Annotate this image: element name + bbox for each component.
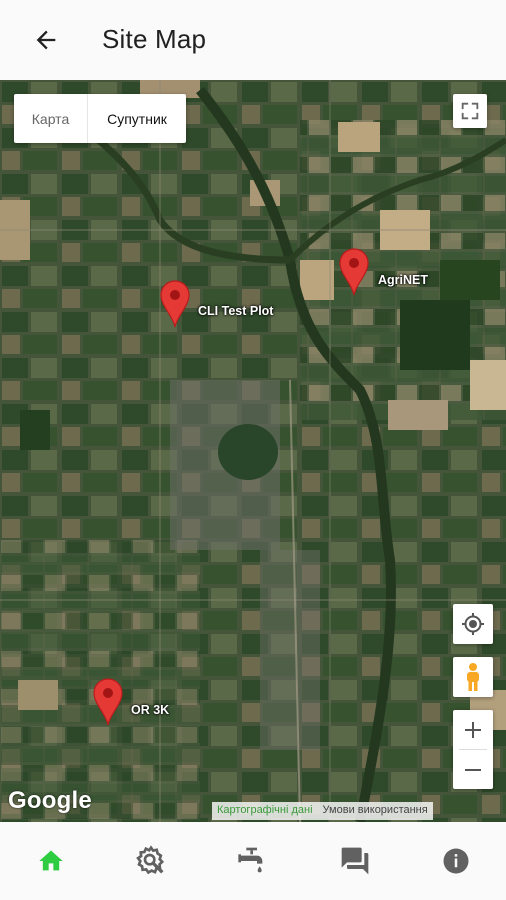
zoom-in-button[interactable] xyxy=(453,710,493,749)
map-marker-agrinet[interactable] xyxy=(339,248,369,296)
terms-of-use-link[interactable]: Умови використання xyxy=(317,802,433,820)
back-button[interactable] xyxy=(28,22,64,58)
arrow-back-icon xyxy=(36,30,56,50)
map-attribution: Картографічні дані Умови використання xyxy=(212,802,433,820)
nav-messages[interactable] xyxy=(338,844,372,878)
map-type-map-button[interactable]: Карта xyxy=(14,94,88,143)
fullscreen-icon xyxy=(461,102,479,120)
faucet-icon xyxy=(238,847,263,873)
marker-label-cli-test-plot: CLI Test Plot xyxy=(198,304,274,318)
google-logo: Google xyxy=(8,787,92,814)
my-location-button[interactable] xyxy=(453,604,493,644)
pegman-icon xyxy=(467,663,479,691)
app-bar: Site Map xyxy=(0,0,506,80)
minus-icon xyxy=(465,768,481,771)
plus-icon xyxy=(465,721,481,738)
nav-irrigation[interactable] xyxy=(236,844,270,878)
map-imagery xyxy=(0,80,506,822)
chat-icon xyxy=(341,847,369,875)
map-marker-cli-test-plot[interactable] xyxy=(160,280,190,328)
fullscreen-button[interactable] xyxy=(453,94,487,128)
home-icon xyxy=(39,850,63,871)
bottom-navigation xyxy=(0,822,506,900)
map-marker-or-3k[interactable] xyxy=(93,678,123,726)
zoom-control xyxy=(453,710,493,789)
nav-home[interactable] xyxy=(34,844,68,878)
settings-search-icon xyxy=(136,845,165,875)
zoom-out-button[interactable] xyxy=(453,750,493,789)
info-icon xyxy=(443,848,469,874)
satellite-map[interactable]: CLI Test Plot AgriNET OR 3K xyxy=(0,80,506,822)
nav-info[interactable] xyxy=(439,844,473,878)
map-data-link[interactable]: Картографічні дані xyxy=(212,802,318,820)
street-view-pegman-button[interactable] xyxy=(453,657,493,697)
map-type-satellite-button[interactable]: Супутник xyxy=(88,94,186,143)
map-type-control: Карта Супутник xyxy=(14,94,186,143)
marker-label-agrinet: AgriNET xyxy=(378,273,428,287)
marker-label-or-3k: OR 3K xyxy=(131,703,170,717)
my-location-icon xyxy=(462,613,484,635)
page-title: Site Map xyxy=(102,24,207,54)
nav-settings[interactable] xyxy=(134,844,168,878)
